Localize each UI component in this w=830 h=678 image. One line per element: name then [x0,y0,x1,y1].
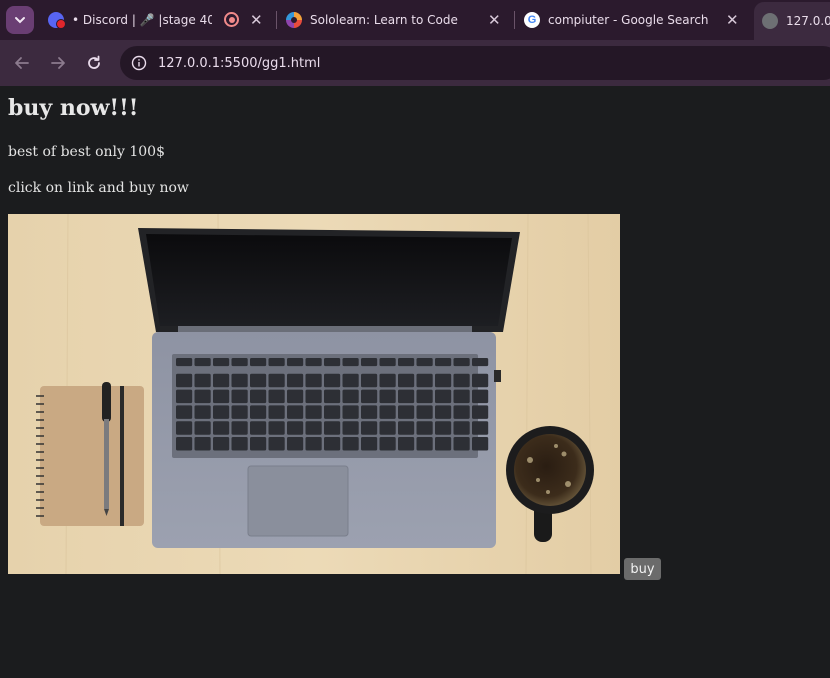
discord-icon [48,12,66,29]
info-icon [131,55,147,71]
close-tab-icon[interactable]: ✕ [726,12,739,28]
tab-search-button[interactable] [6,6,34,34]
tab-title: • Discord | 🎤 |stage 40 | Go [72,13,212,27]
arrow-right-icon [51,57,65,69]
tab-title: compiuter - Google Search [548,13,709,27]
buy-button[interactable]: buy [624,558,661,580]
close-tab-icon[interactable]: ✕ [488,12,501,28]
tab-title: 127.0.0.1 [786,14,830,28]
product-image [8,214,620,574]
instruction-text: click on link and buy now [8,180,189,196]
forward-button[interactable] [46,51,70,75]
page-heading: buy now!!! [8,95,139,121]
reload-button[interactable] [82,51,106,75]
reload-icon [88,55,100,69]
page-content: buy now!!! best of best only 100$ click … [0,86,830,678]
address-bar[interactable]: 127.0.0.1:5500/gg1.html [120,46,830,80]
tab-google-search[interactable]: G compiuter - Google Search ✕ [524,4,744,36]
tab-divider [514,11,515,29]
tab-sololearn[interactable]: Sololearn: Learn to Code ✕ [286,4,506,36]
recording-icon [224,12,239,27]
url-text: 127.0.0.1:5500/gg1.html [158,55,321,71]
site-info-button[interactable] [128,52,150,74]
tab-strip: • Discord | 🎤 |stage 40 | Go ✕ Sololearn… [0,0,830,40]
tab-discord[interactable]: • Discord | 🎤 |stage 40 | Go ✕ [48,4,268,36]
globe-icon [762,13,778,29]
tab-title: Sololearn: Learn to Code [310,13,458,27]
close-tab-icon[interactable]: ✕ [250,12,263,28]
google-icon: G [524,12,540,28]
browser-toolbar: 127.0.0.1:5500/gg1.html [0,40,830,86]
chevron-down-icon [15,17,25,24]
price-text: best of best only 100$ [8,144,165,160]
tab-localhost[interactable]: 127.0.0.1 [754,2,830,40]
sololearn-icon [286,12,302,28]
back-button[interactable] [10,51,34,75]
tab-divider [276,11,277,29]
arrow-left-icon [15,57,29,69]
